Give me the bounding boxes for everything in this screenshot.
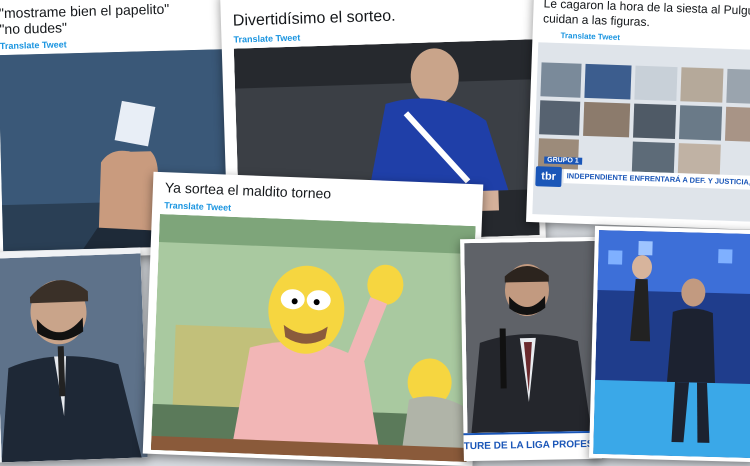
tweet-card-torneo: Ya sortea el maldito torneo Translate Tw… bbox=[142, 171, 484, 466]
liga-banner: TURE DE LA LIGA PROFESIO bbox=[463, 430, 602, 460]
translate-tweet-link[interactable]: Translate Tweet bbox=[560, 31, 620, 42]
photo-masked-man-mic bbox=[0, 253, 148, 463]
tweet-photo-video-call-grid: GRUPO 1 tbr INDEPENDIENTE ENFRENTARÁ A D… bbox=[532, 42, 750, 222]
photo-card-liga-host: TURE DE LA LIGA PROFESIO bbox=[460, 236, 602, 462]
tweet-card-siesta: Le cagaron la hora de la siesta al Pulgu… bbox=[526, 0, 750, 230]
photo-host-on-stage bbox=[593, 229, 750, 459]
photo-host-microphone bbox=[464, 240, 600, 434]
banner-tag: GRUPO 1 bbox=[544, 156, 582, 165]
tweet-caption: Ya sortea el maldito torneo bbox=[164, 179, 332, 202]
translate-tweet-link[interactable]: Translate Tweet bbox=[233, 33, 300, 45]
tv-logo: tbr bbox=[535, 166, 562, 188]
tweet-caption: Le cagaron la hora de la siesta al Pulgu… bbox=[542, 0, 750, 30]
tweet-caption: Divertidísimo el sorteo. bbox=[232, 7, 396, 30]
translate-tweet-link[interactable]: Translate Tweet bbox=[164, 200, 231, 213]
tweet-caption: "mostrame bien el papelito" "no dudes" bbox=[0, 0, 170, 38]
tweet-photo-simpsons-grandpa bbox=[150, 214, 476, 463]
translate-tweet-link[interactable]: Translate Tweet bbox=[0, 39, 67, 51]
photo-card-stage bbox=[588, 225, 750, 463]
photo-card-masked-man bbox=[0, 247, 148, 463]
